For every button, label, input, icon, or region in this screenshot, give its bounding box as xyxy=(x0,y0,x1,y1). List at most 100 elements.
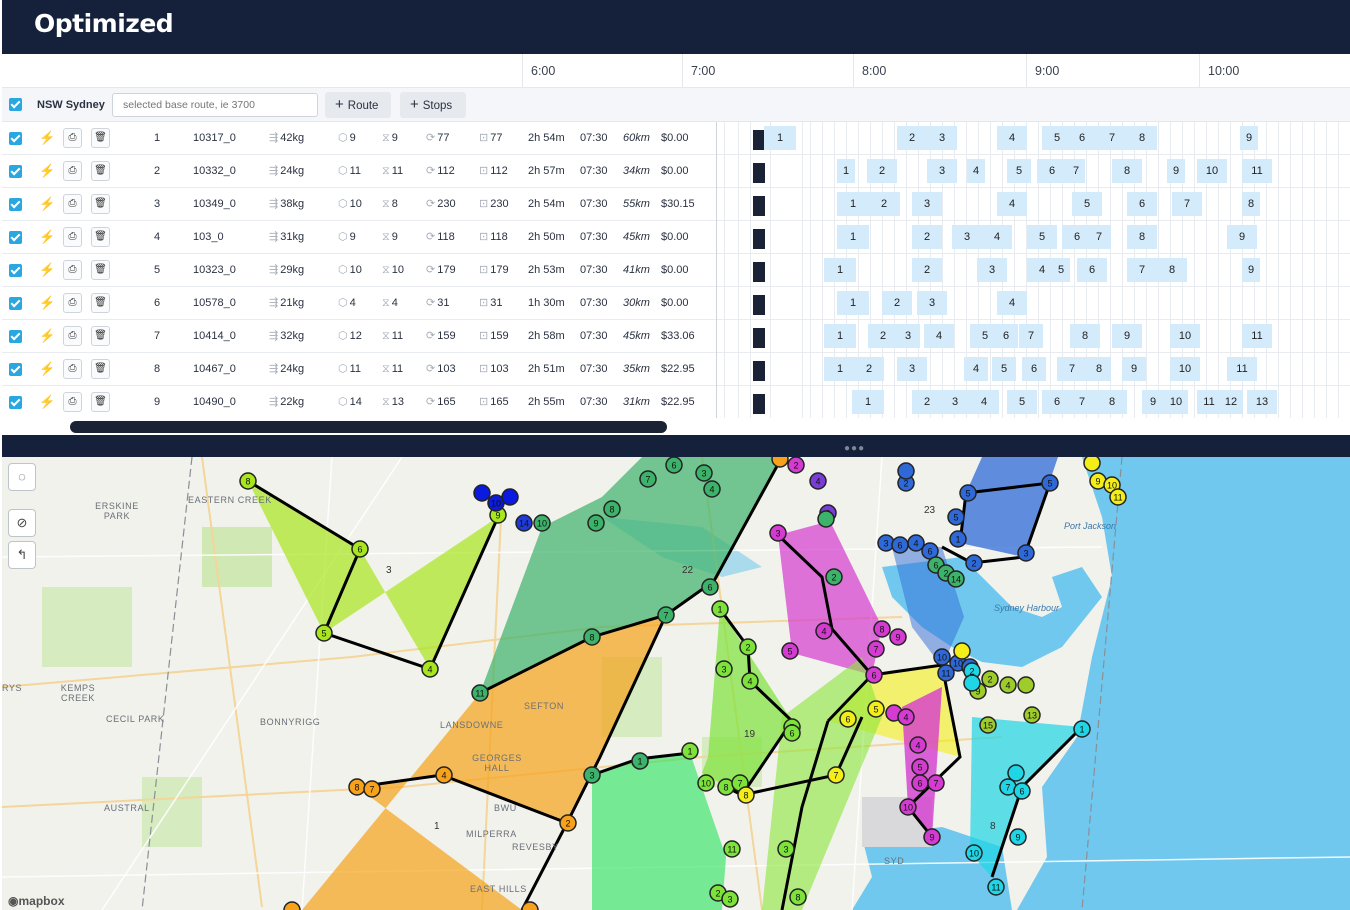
stop-block[interactable]: 4 xyxy=(964,357,988,381)
lightning-icon[interactable]: ⚡ xyxy=(39,296,55,310)
route-checkbox[interactable] xyxy=(9,264,22,277)
add-route-button[interactable]: + Route xyxy=(325,92,391,118)
stop-block[interactable]: 6 xyxy=(1077,258,1107,282)
stop-block[interactable]: 6 xyxy=(1067,126,1097,150)
delete-button[interactable]: 🗑 xyxy=(91,161,110,181)
route-row[interactable]: ⚡ ⎙ 🗑 5 10323_0 ⇶ 29kg ⬡ 10 ⧖ 10 ⟳ 179 ⊡ 179 … xyxy=(2,254,1350,287)
stop-block[interactable]: 5 xyxy=(1007,390,1037,414)
stop-block[interactable]: 5 xyxy=(1027,225,1057,249)
stop-block[interactable]: 2 xyxy=(912,390,942,414)
route-tool-button[interactable]: ↰ xyxy=(8,541,36,569)
stop-marker[interactable] xyxy=(1083,457,1101,472)
stop-block[interactable]: 7 xyxy=(1097,126,1127,150)
print-button[interactable]: ⎙ xyxy=(63,359,82,379)
stop-block[interactable]: 1 xyxy=(824,357,856,381)
route-checkbox[interactable] xyxy=(9,330,22,343)
stop-block[interactable]: 10 xyxy=(1170,357,1200,381)
stop-block[interactable]: 6 xyxy=(1127,192,1157,216)
stop-block[interactable]: 7 xyxy=(1057,357,1087,381)
stop-block[interactable]: 5 xyxy=(992,357,1016,381)
base-route-input[interactable] xyxy=(112,93,318,117)
print-button[interactable]: ⎙ xyxy=(63,194,82,214)
route-checkbox[interactable] xyxy=(9,297,22,310)
stop-block[interactable]: 3 xyxy=(912,192,942,216)
stop-block[interactable]: 3 xyxy=(927,126,957,150)
stop-block[interactable]: 1 xyxy=(837,291,869,315)
stop-block[interactable]: 12 xyxy=(1219,390,1243,414)
stop-block[interactable]: 3 xyxy=(940,390,970,414)
delete-button[interactable]: 🗑 xyxy=(91,359,110,379)
stop-block[interactable]: 7 xyxy=(1067,390,1097,414)
route-id[interactable]: 10414_0 xyxy=(193,320,236,353)
stop-block[interactable]: 10 xyxy=(1164,390,1188,414)
route-checkbox[interactable] xyxy=(9,132,22,145)
lasso-tool-button[interactable]: ◌ xyxy=(8,463,36,491)
stop-block[interactable]: 10 xyxy=(1170,324,1200,348)
stop-block[interactable]: 8 xyxy=(1112,159,1142,183)
route-checkbox[interactable] xyxy=(9,165,22,178)
delete-button[interactable]: 🗑 xyxy=(91,128,110,148)
lightning-icon[interactable]: ⚡ xyxy=(39,395,55,409)
stop-block[interactable]: 7 xyxy=(1019,324,1043,348)
add-stops-button[interactable]: + Stops xyxy=(400,92,466,118)
stop-block[interactable]: 5 xyxy=(1072,192,1102,216)
route-row[interactable]: ⚡ ⎙ 🗑 8 10467_0 ⇶ 24kg ⬡ 11 ⧖ 11 ⟳ 103 ⊡ 103 … xyxy=(2,353,1350,386)
stop-block[interactable]: 8 xyxy=(1157,258,1187,282)
stop-block[interactable]: 7 xyxy=(1172,192,1202,216)
stop-block[interactable]: 8 xyxy=(1070,324,1100,348)
stop-block[interactable]: 6 xyxy=(1022,357,1046,381)
stop-block[interactable]: 5 xyxy=(1052,258,1070,282)
stop-block[interactable]: 2 xyxy=(882,291,912,315)
route-id[interactable]: 10578_0 xyxy=(193,287,236,320)
stop-block[interactable]: 7 xyxy=(1087,225,1111,249)
print-button[interactable]: ⎙ xyxy=(63,392,82,412)
route-checkbox[interactable] xyxy=(9,363,22,376)
delete-button[interactable]: 🗑 xyxy=(91,227,110,247)
stop-block[interactable]: 3 xyxy=(896,324,920,348)
delete-button[interactable]: 🗑 xyxy=(91,326,110,346)
stop-block[interactable]: 2 xyxy=(897,126,927,150)
route-id[interactable]: 10467_0 xyxy=(193,353,236,386)
stop-block[interactable]: 9 xyxy=(1227,225,1257,249)
stop-block[interactable]: 2 xyxy=(912,225,942,249)
stop-block[interactable]: 11 xyxy=(1197,390,1221,414)
stop-block[interactable]: 9 xyxy=(1112,324,1142,348)
stop-marker[interactable] xyxy=(473,484,491,502)
drag-handle-icon[interactable]: ●●● xyxy=(844,443,865,454)
stop-block[interactable]: 4 xyxy=(997,126,1027,150)
delete-button[interactable]: 🗑 xyxy=(91,392,110,412)
stop-block[interactable]: 9 xyxy=(1142,390,1164,414)
stop-block[interactable]: 9 xyxy=(1242,258,1260,282)
stop-block[interactable]: 6 xyxy=(1037,159,1067,183)
route-id[interactable]: 10490_0 xyxy=(193,386,236,419)
route-row[interactable]: ⚡ ⎙ 🗑 9 10490_0 ⇶ 22kg ⬡ 14 ⧖ 13 ⟳ 165 ⊡ 165 … xyxy=(2,386,1350,419)
stop-block[interactable]: 5 xyxy=(1007,159,1031,183)
stop-block[interactable]: 3 xyxy=(917,291,947,315)
lightning-icon[interactable]: ⚡ xyxy=(39,197,55,211)
stop-marker[interactable] xyxy=(1017,676,1035,694)
stop-block[interactable]: 9 xyxy=(1167,159,1185,183)
lightning-icon[interactable]: ⚡ xyxy=(39,230,55,244)
stop-block[interactable]: 4 xyxy=(997,291,1027,315)
stop-marker[interactable] xyxy=(963,674,981,692)
stop-block[interactable]: 2 xyxy=(912,258,942,282)
route-row[interactable]: ⚡ ⎙ 🗑 3 10349_0 ⇶ 38kg ⬡ 10 ⧖ 8 ⟳ 230 ⊡ 230 2… xyxy=(2,188,1350,221)
stop-block[interactable]: 1 xyxy=(764,126,796,150)
select-all-checkbox[interactable] xyxy=(9,98,22,111)
stop-block[interactable]: 11 xyxy=(1227,357,1257,381)
stop-block[interactable]: 7 xyxy=(1067,159,1085,183)
stop-marker[interactable] xyxy=(501,488,519,506)
map-canvas[interactable]: 8654910141098763411876874231123456110871… xyxy=(2,457,1350,910)
horizontal-scrollbar[interactable] xyxy=(2,418,1350,435)
stop-block[interactable]: 13 xyxy=(1247,390,1277,414)
lightning-icon[interactable]: ⚡ xyxy=(39,164,55,178)
stop-block[interactable]: 1 xyxy=(837,159,855,183)
route-row[interactable]: ⚡ ⎙ 🗑 1 10317_0 ⇶ 42kg ⬡ 9 ⧖ 9 ⟳ 77 ⊡ 77 2h 5… xyxy=(2,122,1350,155)
stop-block[interactable]: 8 xyxy=(1127,126,1157,150)
stop-block[interactable]: 3 xyxy=(952,225,982,249)
stop-block[interactable]: 4 xyxy=(924,324,954,348)
route-checkbox[interactable] xyxy=(9,198,22,211)
route-row[interactable]: ⚡ ⎙ 🗑 6 10578_0 ⇶ 21kg ⬡ 4 ⧖ 4 ⟳ 31 ⊡ 31 1h 3… xyxy=(2,287,1350,320)
print-button[interactable]: ⎙ xyxy=(63,161,82,181)
stop-block[interactable]: 11 xyxy=(1242,159,1272,183)
